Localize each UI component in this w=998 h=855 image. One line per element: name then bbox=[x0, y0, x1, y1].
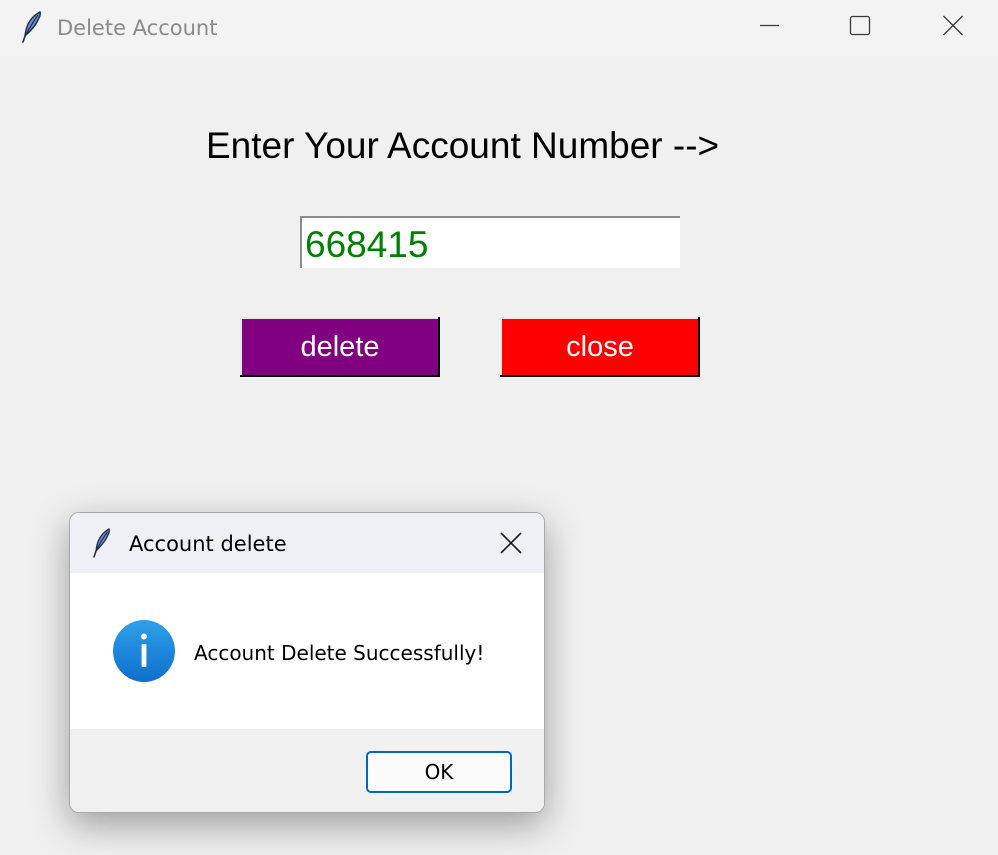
maximize-button[interactable] bbox=[815, 0, 905, 52]
dialog-titlebar[interactable]: Account delete bbox=[70, 513, 544, 573]
dialog-title: Account delete bbox=[129, 532, 287, 556]
dialog-close-button[interactable] bbox=[490, 523, 532, 563]
close-button[interactable]: close bbox=[500, 317, 700, 377]
window-title: Delete Account bbox=[57, 16, 218, 40]
dialog-body: Account Delete Successfully! bbox=[70, 573, 544, 729]
account-number-label: Enter Your Account Number --> bbox=[206, 125, 720, 166]
feather-icon bbox=[20, 10, 44, 44]
window-titlebar[interactable]: Delete Account bbox=[0, 0, 998, 56]
ok-button[interactable]: OK bbox=[366, 751, 512, 793]
account-delete-dialog: Account delete Account Delete Successful… bbox=[69, 512, 545, 813]
feather-icon bbox=[91, 527, 113, 559]
account-number-input[interactable] bbox=[300, 216, 680, 268]
info-icon bbox=[112, 619, 176, 683]
minimize-button[interactable] bbox=[724, 0, 814, 52]
window-close-button[interactable] bbox=[908, 0, 998, 52]
delete-account-window: Delete Account Enter Your Account Number… bbox=[0, 0, 998, 855]
dialog-footer: OK bbox=[70, 729, 544, 812]
delete-button[interactable]: delete bbox=[240, 317, 440, 377]
dialog-message: Account Delete Successfully! bbox=[194, 641, 485, 665]
